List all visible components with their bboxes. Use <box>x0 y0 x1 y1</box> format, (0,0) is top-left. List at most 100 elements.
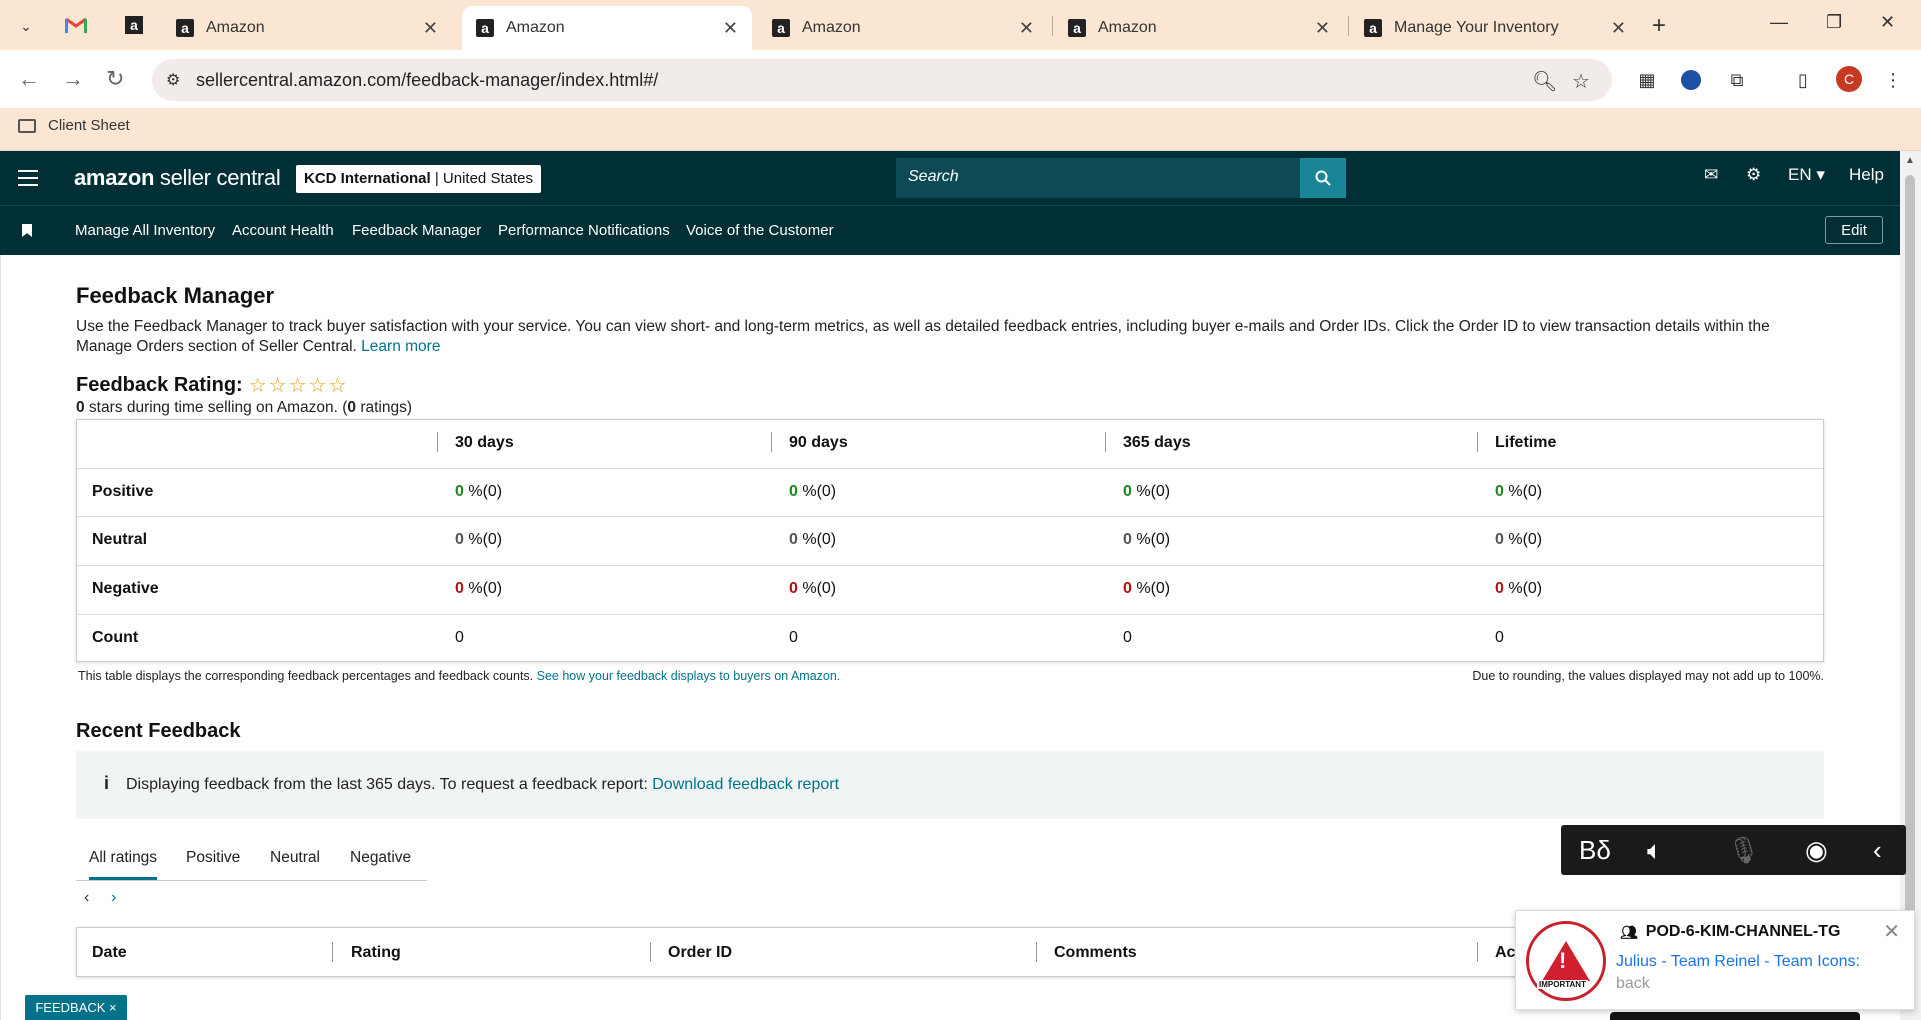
bookmark-client-sheet[interactable]: Client Sheet <box>18 117 130 134</box>
column-header-date[interactable]: Date <box>92 944 127 962</box>
tab-all-ratings[interactable]: All ratings <box>89 849 158 880</box>
search-button[interactable] <box>1300 158 1346 198</box>
negative-365-value: 0 <box>1123 580 1132 597</box>
reload-button[interactable]: ↻ <box>106 66 124 92</box>
table-note: This table displays the corresponding fe… <box>78 669 840 683</box>
value-suffix: %(0) <box>463 580 503 597</box>
nav-item-performance-notifications[interactable]: Performance Notifications <box>498 222 670 239</box>
tab-search-chevron-icon[interactable]: ⌄ <box>14 14 38 38</box>
minimize-button[interactable]: — <box>1770 12 1788 33</box>
browser-tab[interactable]: a Amazon ✕ <box>162 6 452 50</box>
negative-lifetime-value: 0 <box>1495 580 1504 597</box>
zoom-icon[interactable]: 🔍︎ <box>1532 69 1557 94</box>
mail-icon[interactable]: ✉ <box>1704 165 1718 185</box>
value-suffix: %(0) <box>797 483 837 500</box>
pager-prev-icon[interactable]: ‹ <box>84 889 89 907</box>
site-info-icon[interactable]: ⚙ <box>166 70 180 90</box>
message-sender: Julius - Team Reinel - Team Icons: <box>1616 953 1860 970</box>
back-button[interactable]: ← <box>18 66 40 92</box>
count-lifetime-value: 0 <box>1495 629 1504 646</box>
chevron-left-icon[interactable]: ‹ <box>1873 835 1882 866</box>
gear-icon[interactable]: ⚙ <box>1746 165 1761 185</box>
download-feedback-report-link[interactable]: Download feedback report <box>652 776 839 793</box>
tab-title: Manage Your Inventory <box>1394 19 1559 36</box>
edit-nav-button[interactable]: Edit <box>1825 216 1883 244</box>
seller-central-logo[interactable]: amazon seller central <box>74 165 281 191</box>
pager-next-icon[interactable]: › <box>111 889 116 907</box>
rating-count: 0 <box>347 399 357 416</box>
browser-menu-icon[interactable]: ⋮ <box>1880 67 1906 93</box>
nav-item-manage-all-inventory[interactable]: Manage All Inventory <box>75 222 215 239</box>
text-format-icon[interactable]: Bδ <box>1579 835 1611 866</box>
browser-tab[interactable]: a Manage Your Inventory ✕ <box>1350 6 1640 50</box>
positive-lifetime-value: 0 <box>1495 483 1504 500</box>
close-icon[interactable]: ✕ <box>723 18 738 39</box>
window-close-button[interactable]: ✕ <box>1880 12 1895 33</box>
page-scrollbar[interactable]: ▲ <box>1900 151 1921 1020</box>
close-icon[interactable]: ✕ <box>1019 18 1034 39</box>
browser-tab[interactable]: a Amazon ✕ <box>1054 6 1344 50</box>
recent-feedback-title: Recent Feedback <box>76 720 241 742</box>
feedback-button[interactable]: FEEDBACK × <box>25 995 127 1020</box>
close-icon[interactable]: ✕ <box>423 18 438 39</box>
seller-central-nav: Manage All Inventory Account Health Feed… <box>0 205 1900 255</box>
address-bar[interactable]: ⚙ sellercentral.amazon.com/feedback-mana… <box>152 59 1612 101</box>
value-suffix: %(0) <box>1131 483 1171 500</box>
column-header-order-id[interactable]: Order ID <box>668 944 732 962</box>
broadcast-icon[interactable]: ◉ <box>1805 835 1828 866</box>
nav-item-voice-of-the-customer[interactable]: Voice of the Customer <box>686 222 834 239</box>
amazon-pinned-tab[interactable]: a <box>120 12 148 38</box>
learn-more-link[interactable]: Learn more <box>361 338 440 355</box>
value-suffix: %(0) <box>463 483 503 500</box>
close-icon[interactable]: ✕ <box>1883 919 1900 944</box>
profile-avatar[interactable]: C <box>1836 66 1862 92</box>
account-switcher[interactable]: KCD International | United States <box>296 165 541 193</box>
chat-notification[interactable]: ! IMPORTANT 👥︎ POD-6-KIM-CHANNEL-TG ✕ Ju… <box>1515 910 1915 1010</box>
browser-tab-active[interactable]: a Amazon ✕ <box>462 6 752 50</box>
tab-positive[interactable]: Positive <box>186 849 240 867</box>
url-text[interactable]: sellercentral.amazon.com/feedback-manage… <box>196 70 658 91</box>
row-label: Positive <box>92 483 154 500</box>
forward-button[interactable]: → <box>62 66 84 92</box>
qr-code-icon[interactable]: ▦ <box>1634 67 1660 93</box>
speaker-icon[interactable]: 🔈︎ <box>1647 835 1663 867</box>
rounding-note: Due to rounding, the values displayed ma… <box>1472 669 1824 683</box>
account-name: KCD International <box>304 170 431 187</box>
feedback-display-link[interactable]: See how your feedback displays to buyers… <box>537 669 841 683</box>
extension-app-icon[interactable] <box>1678 67 1704 93</box>
amazon-favicon-icon: a <box>772 19 790 37</box>
restore-button[interactable]: ❐ <box>1826 12 1842 33</box>
hamburger-menu-icon[interactable] <box>18 170 38 186</box>
bookmark-icon[interactable] <box>22 224 32 237</box>
nav-item-account-health[interactable]: Account Health <box>232 222 334 239</box>
new-tab-button[interactable]: + <box>1652 12 1666 40</box>
row-label: Neutral <box>92 531 148 548</box>
bookmark-star-icon[interactable]: ☆ <box>1572 69 1590 94</box>
microphone-icon[interactable]: 🎙︎ <box>1727 835 1760 866</box>
language-selector[interactable]: EN ▾ <box>1788 165 1825 185</box>
logo-seller-central-text: seller central <box>154 165 281 190</box>
tab-title: Amazon <box>1098 19 1157 36</box>
count-90-value: 0 <box>789 629 798 646</box>
search-input[interactable]: Search <box>896 158 1344 198</box>
column-header-comments[interactable]: Comments <box>1054 944 1137 962</box>
column-header-rating[interactable]: Rating <box>351 944 401 962</box>
column-header-actions[interactable]: Ac <box>1495 944 1515 962</box>
side-panel-icon[interactable]: ▯ <box>1790 67 1816 93</box>
tab-neutral[interactable]: Neutral <box>270 849 320 867</box>
close-icon[interactable]: ✕ <box>1611 18 1626 39</box>
tab-negative[interactable]: Negative <box>350 849 411 867</box>
gmail-pinned-tab[interactable] <box>62 12 90 38</box>
close-icon[interactable]: ✕ <box>1315 18 1330 39</box>
scroll-up-icon[interactable]: ▲ <box>1905 155 1915 166</box>
star-empty-icon: ☆ <box>328 375 347 397</box>
scroll-thumb[interactable] <box>1905 175 1915 975</box>
negative-30-value: 0 <box>455 580 464 597</box>
browser-tab[interactable]: a Amazon ✕ <box>758 6 1048 50</box>
help-link[interactable]: Help <box>1849 165 1884 185</box>
extensions-puzzle-icon[interactable]: ⧉ <box>1724 67 1750 93</box>
group-icon: 👥︎ <box>1620 923 1638 940</box>
page-description: Use the Feedback Manager to track buyer … <box>76 317 1796 357</box>
nav-item-feedback-manager[interactable]: Feedback Manager <box>352 222 481 239</box>
logo-amazon-text: amazon <box>74 165 155 190</box>
